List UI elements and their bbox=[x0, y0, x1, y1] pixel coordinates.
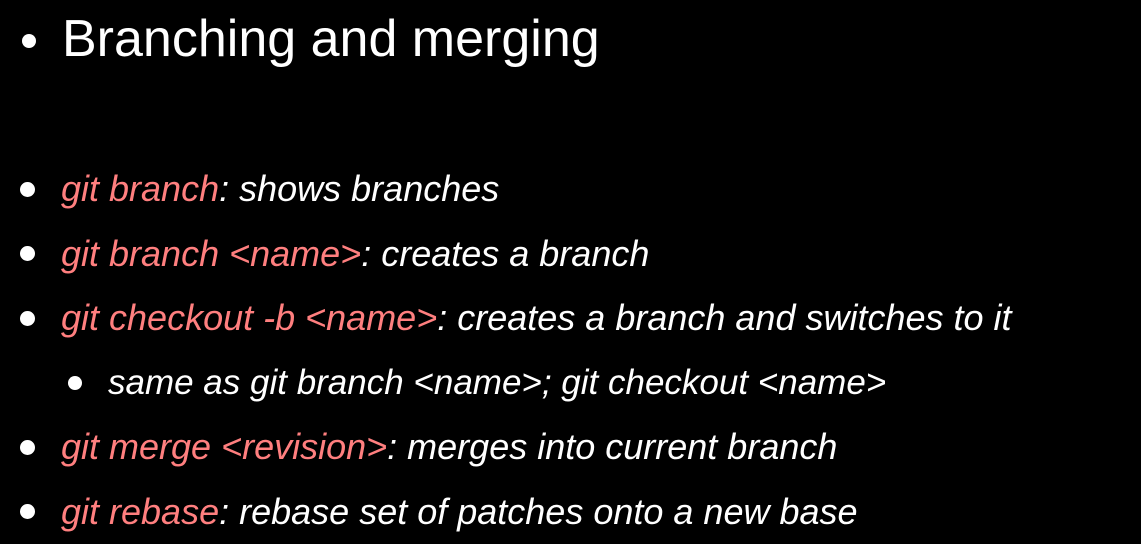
bullet-icon bbox=[20, 182, 35, 197]
sub-bullet-item-equivalent: same as git branch <name>; git checkout … bbox=[0, 351, 1141, 416]
description-text: : rebase set of patches onto a new base bbox=[219, 491, 857, 533]
description-text: : creates a branch bbox=[361, 233, 649, 275]
slide: Branching and merging git branch: shows … bbox=[0, 0, 1141, 541]
command-text: git branch bbox=[61, 168, 219, 210]
bullet-icon bbox=[20, 504, 35, 519]
bullet-item-git-branch-name: git branch <name>: creates a branch bbox=[0, 222, 1141, 287]
slide-title: Branching and merging bbox=[62, 4, 600, 74]
bullet-icon bbox=[20, 311, 35, 326]
bullet-item-git-branch: git branch: shows branches bbox=[0, 157, 1141, 222]
title-bullet-icon bbox=[22, 34, 36, 48]
command-text: git merge <revision> bbox=[61, 426, 387, 468]
command-text: git branch <name> bbox=[61, 233, 361, 275]
bullet-item-git-rebase: git rebase: rebase set of patches onto a… bbox=[0, 480, 1141, 544]
bullet-item-git-merge: git merge <revision>: merges into curren… bbox=[0, 415, 1141, 480]
bullet-list: git branch: shows branches git branch <n… bbox=[0, 157, 1141, 544]
description-text: : creates a branch and switches to it bbox=[437, 297, 1011, 339]
command-text: git checkout -b <name> bbox=[61, 297, 437, 339]
description-text: : merges into current branch bbox=[387, 426, 837, 468]
bullet-item-git-checkout-b: git checkout -b <name>: creates a branch… bbox=[0, 286, 1141, 351]
bullet-icon bbox=[20, 440, 35, 455]
bullet-icon bbox=[20, 246, 35, 261]
description-text: : shows branches bbox=[219, 168, 499, 210]
sub-bullet-icon bbox=[68, 376, 82, 390]
description-text: same as git branch <name>; git checkout … bbox=[108, 363, 886, 403]
title-row: Branching and merging bbox=[22, 4, 600, 74]
command-text: git rebase bbox=[61, 491, 219, 533]
